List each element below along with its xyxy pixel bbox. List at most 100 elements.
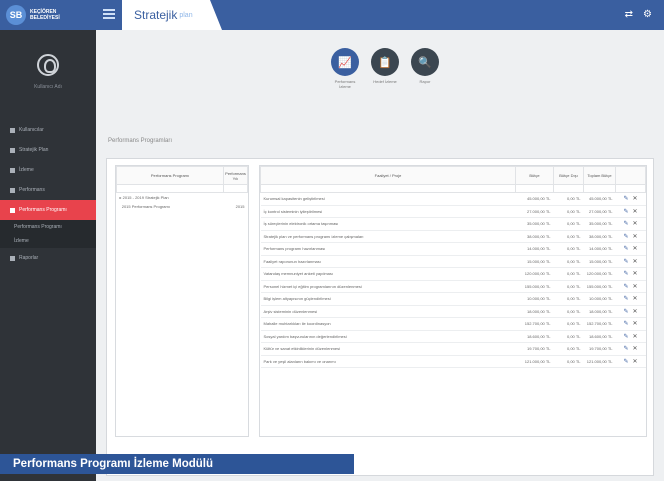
edit-icon[interactable]: ✎ xyxy=(623,259,628,265)
gauge-icon xyxy=(10,187,15,193)
main-content: 📈 Performans İzleme 📋 Hedef İzleme 🔍 Rap… xyxy=(96,30,664,481)
column-header-program[interactable]: Performans Programı xyxy=(116,166,224,185)
delete-icon[interactable]: ✕ xyxy=(633,246,638,252)
delete-icon[interactable]: ✕ xyxy=(633,296,638,302)
table-row[interactable]: İş süreçlerinin elektronik ortama taşınm… xyxy=(260,217,646,231)
activity-name: Bilgi işlem altyapısının güçlendirilmesi xyxy=(260,292,516,306)
edit-icon[interactable]: ✎ xyxy=(623,209,628,215)
tree-node-year: 2015 xyxy=(235,203,245,209)
sidebar-subitem-program[interactable]: Performans Programı xyxy=(0,220,96,234)
avatar[interactable] xyxy=(37,54,59,76)
delete-icon[interactable]: ✕ xyxy=(633,221,638,227)
delete-icon[interactable]: ✕ xyxy=(633,309,638,315)
column-header-extra-budget[interactable]: Bütçe Dışı xyxy=(553,166,584,185)
column-header-total[interactable]: Toplam Bütçe xyxy=(583,166,616,185)
row-actions: ✎ ✕ xyxy=(615,280,646,293)
table-row[interactable]: Sosyal yardım başvurularının değerlendir… xyxy=(260,330,646,343)
edit-icon[interactable]: ✎ xyxy=(623,196,628,202)
filter-budget-input[interactable] xyxy=(515,184,554,193)
sidebar-item-users[interactable]: Kullanıcılar xyxy=(0,120,96,140)
table-row[interactable]: Kurumsal kapasitenin geliştirilmesi 45.00… xyxy=(260,192,646,206)
filter-program-input[interactable] xyxy=(116,184,224,193)
extra-budget-value: 0,00 TL xyxy=(553,342,584,356)
tree-row-program[interactable]: 2015 Performans Programı 2015 xyxy=(117,202,248,211)
sidebar-item-monitoring[interactable]: İzleme xyxy=(0,160,96,180)
delete-icon[interactable]: ✕ xyxy=(633,321,638,327)
table-row[interactable]: İç kontrol sisteminin iyileştirilmesi 27.… xyxy=(260,205,646,218)
tree-node-text: 2015 - 2019 Stratejik Plan xyxy=(122,194,169,200)
total-budget-value: 155.000,00 TL xyxy=(583,280,616,293)
user-name: Kullanıcı Adı xyxy=(34,84,62,90)
delete-icon[interactable]: ✕ xyxy=(633,346,638,352)
sidebar-item-performance[interactable]: Performans xyxy=(0,180,96,200)
activity-name: Kültür ve sanat etkinliklerinin düzenlen… xyxy=(260,342,516,356)
activity-name: Arşiv sisteminin düzenlenmesi xyxy=(260,305,516,318)
report-button[interactable]: 🔍 Rapor xyxy=(410,48,440,89)
plan-icon xyxy=(10,147,15,153)
edit-icon[interactable]: ✎ xyxy=(623,321,628,327)
target-monitoring-button[interactable]: 📋 Hedef İzleme xyxy=(370,48,400,89)
tree-row-plan[interactable]: ▸ 2015 - 2019 Stratejik Plan xyxy=(117,193,248,202)
table-row[interactable]: Faaliyet raporunun hazırlanması 15.000,00… xyxy=(260,255,646,268)
list-icon xyxy=(10,207,15,213)
settings-icon[interactable]: ⚙ xyxy=(643,9,652,20)
budget-value: 15.000,00 TL xyxy=(515,255,554,268)
edit-icon[interactable]: ✎ xyxy=(623,334,628,340)
sidebar-item-label: Performans xyxy=(19,187,45,193)
budget-value: 35.000,00 TL xyxy=(515,217,554,231)
sidebar-item-reports[interactable]: Raporlar xyxy=(0,248,96,268)
edit-icon[interactable]: ✎ xyxy=(623,284,628,290)
column-header-year[interactable]: Performans Yılı xyxy=(223,166,248,185)
sidebar-item-label: Performans Programı xyxy=(19,207,67,213)
table-row[interactable]: Stratejik plan ve performans programı iz… xyxy=(260,230,646,243)
table-row[interactable]: Arşiv sisteminin düzenlenmesi 18.000,00 T… xyxy=(260,305,646,318)
delete-icon[interactable]: ✕ xyxy=(633,284,638,290)
performance-monitoring-button[interactable]: 📈 Performans İzleme xyxy=(330,48,360,89)
edit-icon[interactable]: ✎ xyxy=(623,221,628,227)
filter-total-input[interactable] xyxy=(583,184,616,193)
table-row[interactable]: Park ve yeşil alanların bakımı ve onarım… xyxy=(260,355,646,368)
filter-activity-input[interactable] xyxy=(260,184,516,193)
row-actions: ✎ ✕ xyxy=(615,267,646,281)
extra-budget-value: 0,00 TL xyxy=(553,280,584,293)
edit-icon[interactable]: ✎ xyxy=(623,346,628,352)
edit-icon[interactable]: ✎ xyxy=(623,359,628,365)
delete-icon[interactable]: ✕ xyxy=(633,334,638,340)
activity-name: Sosyal yardım başvurularının değerlendir… xyxy=(260,330,516,343)
table-row[interactable]: Kültür ve sanat etkinliklerinin düzenlen… xyxy=(260,342,646,356)
table-row[interactable]: Performans programı hazırlanması 14.000,0… xyxy=(260,242,646,256)
logo-bar: SB KEÇİÖREN BELEDİYESİ xyxy=(0,0,96,30)
delete-icon[interactable]: ✕ xyxy=(633,196,638,202)
table-row[interactable]: Mahalle muhtarlıkları ile koordinasyon 15… xyxy=(260,317,646,331)
delete-icon[interactable]: ✕ xyxy=(633,209,638,215)
extra-budget-value: 0,00 TL xyxy=(553,255,584,268)
table-row[interactable]: Vatandaş memnuniyet anketi yapılması 120.… xyxy=(260,267,646,281)
sidebar-item-strategic-plan[interactable]: Stratejik Plan xyxy=(0,140,96,160)
filter-year-input[interactable] xyxy=(223,184,248,193)
column-header-budget[interactable]: Bütçe xyxy=(515,166,554,185)
column-header-activity[interactable]: Faaliyet / Proje xyxy=(260,166,516,185)
sidebar-subitem-label: Performans Programı xyxy=(14,224,62,230)
table-row[interactable]: Bilgi işlem altyapısının güçlendirilmesi… xyxy=(260,292,646,306)
table-row[interactable]: Personel hizmet içi eğitim programlarını… xyxy=(260,280,646,293)
extra-budget-value: 0,00 TL xyxy=(553,205,584,218)
edit-icon[interactable]: ✎ xyxy=(623,271,628,277)
edit-icon[interactable]: ✎ xyxy=(623,246,628,252)
tree-node-label: 2015 Performans Programı xyxy=(117,202,224,211)
sidebar-item-performance-program[interactable]: Performans Programı xyxy=(0,200,96,220)
edit-icon[interactable]: ✎ xyxy=(623,309,628,315)
delete-icon[interactable]: ✕ xyxy=(633,234,638,240)
delete-icon[interactable]: ✕ xyxy=(633,271,638,277)
delete-icon[interactable]: ✕ xyxy=(633,359,638,365)
activity-name: Mahalle muhtarlıkları ile koordinasyon xyxy=(260,317,516,331)
edit-icon[interactable]: ✎ xyxy=(623,234,628,240)
filter-extra-input[interactable] xyxy=(553,184,584,193)
share-icon[interactable]: ⇄ xyxy=(625,9,633,20)
sidebar-item-label: Kullanıcılar xyxy=(19,127,44,133)
delete-icon[interactable]: ✕ xyxy=(633,259,638,265)
report-icon xyxy=(10,255,15,261)
module-caption: Performans Programı İzleme Modülü xyxy=(0,454,354,474)
hamburger-icon[interactable] xyxy=(103,9,115,21)
sidebar-subitem-monitoring[interactable]: İzleme xyxy=(0,234,96,248)
edit-icon[interactable]: ✎ xyxy=(623,296,628,302)
